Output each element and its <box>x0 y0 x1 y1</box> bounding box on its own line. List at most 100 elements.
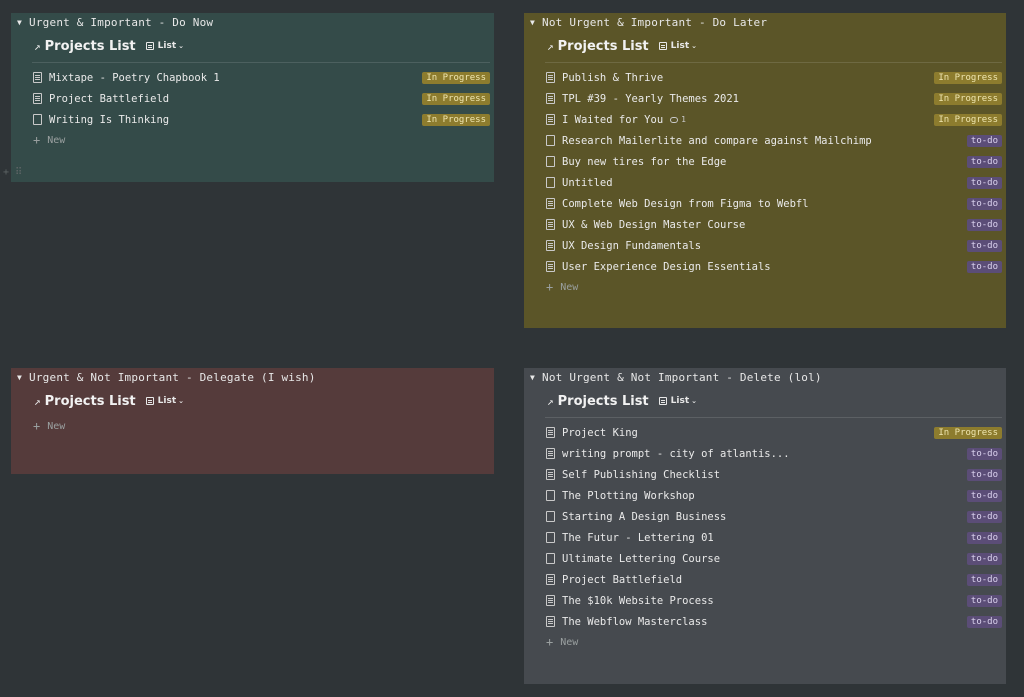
item-title: I Waited for You <box>562 113 664 126</box>
database-title[interactable]: Projects List <box>45 39 136 54</box>
status-badge: to-do <box>966 595 1002 607</box>
view-selector[interactable]: List ⌄ <box>145 396 184 406</box>
list-item[interactable]: Ultimate Lettering Course to-do <box>524 548 1006 569</box>
page-icon <box>546 177 555 188</box>
list-item[interactable]: The Futur - Lettering 01 to-do <box>524 527 1006 548</box>
list-item[interactable]: Project Battlefield In Progress <box>11 88 494 109</box>
page-icon <box>546 490 555 501</box>
database-title[interactable]: Projects List <box>45 394 136 409</box>
new-item-label: New <box>560 636 579 648</box>
toggle-header[interactable]: ▼ Urgent & Not Important - Delegate (I w… <box>11 368 494 386</box>
list-item[interactable]: The Webflow Masterclass to-do <box>524 611 1006 632</box>
view-label: List <box>157 41 177 51</box>
status-badge: to-do <box>966 511 1002 523</box>
list-item[interactable]: The Plotting Workshop to-do <box>524 485 1006 506</box>
comment-icon <box>670 116 679 123</box>
page-icon <box>546 574 555 585</box>
status-badge: to-do <box>966 219 1002 231</box>
item-title: Project Battlefield <box>49 92 170 105</box>
toggle-header-label: Urgent & Not Important - Delegate (I wis… <box>29 370 316 384</box>
item-title: Buy new tires for the Edge <box>562 155 727 168</box>
chevron-down-icon: ⌄ <box>691 42 698 50</box>
list-item[interactable]: Self Publishing Checklist to-do <box>524 464 1006 485</box>
new-item-button[interactable]: + New <box>11 416 494 436</box>
page-icon <box>546 511 555 522</box>
plus-icon: + <box>546 635 554 649</box>
caret-down-icon[interactable]: ▼ <box>17 373 22 382</box>
list-item[interactable]: UX Design Fundamentals to-do <box>524 235 1006 256</box>
item-title: Mixtape - Poetry Chapbook 1 <box>49 71 220 84</box>
list-item[interactable]: I Waited for You 1 In Progress <box>524 109 1006 130</box>
quadrant-delegate: ▼ Urgent & Not Important - Delegate (I w… <box>11 368 494 474</box>
status-badge: to-do <box>966 469 1002 481</box>
toggle-header[interactable]: ▼ Urgent & Important - Do Now <box>11 13 494 31</box>
chevron-down-icon: ⌄ <box>178 42 185 50</box>
database-title-row: ↗ Projects List List ⌄ <box>11 386 494 416</box>
status-badge: to-do <box>966 198 1002 210</box>
list-item[interactable]: Project Battlefield to-do <box>524 569 1006 590</box>
item-title: Writing Is Thinking <box>49 113 170 126</box>
list-item[interactable]: Starting A Design Business to-do <box>524 506 1006 527</box>
link-arrow-icon[interactable]: ↗ <box>547 40 554 53</box>
list-item[interactable]: Project King In Progress <box>524 422 1006 443</box>
caret-down-icon[interactable]: ▼ <box>17 18 22 27</box>
view-selector[interactable]: List ⌄ <box>658 396 698 406</box>
database-title[interactable]: Projects List <box>558 39 649 54</box>
status-badge: to-do <box>966 261 1002 273</box>
page-icon <box>546 553 555 564</box>
caret-down-icon[interactable]: ▼ <box>530 18 535 27</box>
list-item[interactable]: TPL #39 - Yearly Themes 2021 In Progress <box>524 88 1006 109</box>
list-item[interactable]: User Experience Design Essentials to-do <box>524 256 1006 277</box>
list-item[interactable]: Untitled to-do <box>524 172 1006 193</box>
list-item[interactable]: Research Mailerlite and compare against … <box>524 130 1006 151</box>
new-item-label: New <box>47 134 66 146</box>
page-icon <box>546 427 555 438</box>
link-arrow-icon[interactable]: ↗ <box>34 40 41 53</box>
page-icon <box>546 219 555 230</box>
list-view-icon <box>658 397 667 405</box>
toggle-header[interactable]: ▼ Not Urgent & Not Important - Delete (l… <box>524 368 1006 386</box>
new-item-label: New <box>560 281 579 293</box>
new-item-button[interactable]: + New <box>11 130 494 150</box>
status-badge: In Progress <box>422 114 490 126</box>
item-title: The Plotting Workshop <box>562 489 695 502</box>
list-rows: Publish & Thrive In Progress TPL #39 - Y… <box>524 67 1006 277</box>
comment-count[interactable]: 1 <box>670 115 686 124</box>
caret-down-icon[interactable]: ▼ <box>530 373 535 382</box>
list-item[interactable]: writing prompt - city of atlantis... to-… <box>524 443 1006 464</box>
list-item[interactable]: Publish & Thrive In Progress <box>524 67 1006 88</box>
quadrant-do-later: ▼ Not Urgent & Important - Do Later ↗ Pr… <box>524 13 1006 328</box>
status-badge: to-do <box>966 532 1002 544</box>
page-icon <box>33 114 42 125</box>
chevron-down-icon: ⌄ <box>691 397 698 405</box>
status-badge: In Progress <box>934 72 1002 84</box>
view-selector[interactable]: List ⌄ <box>145 41 185 51</box>
item-title: Project Battlefield <box>562 573 683 586</box>
view-selector[interactable]: List ⌄ <box>658 41 698 51</box>
page-icon <box>546 156 555 167</box>
list-view-icon <box>145 397 154 405</box>
divider <box>32 62 490 63</box>
list-item[interactable]: Writing Is Thinking In Progress <box>11 109 494 130</box>
new-item-button[interactable]: + New <box>524 277 1006 297</box>
divider <box>545 417 1002 418</box>
item-title: Publish & Thrive <box>562 71 664 84</box>
list-view-icon <box>145 42 154 50</box>
toggle-header[interactable]: ▼ Not Urgent & Important - Do Later <box>524 13 1006 31</box>
list-item[interactable]: Complete Web Design from Figma to Webfl … <box>524 193 1006 214</box>
item-title: Starting A Design Business <box>562 510 727 523</box>
new-item-label: New <box>47 420 66 432</box>
page-icon <box>546 198 555 209</box>
quadrant-do-now: ▼ Urgent & Important - Do Now ↗ Projects… <box>3 13 494 182</box>
link-arrow-icon[interactable]: ↗ <box>547 395 554 408</box>
list-item[interactable]: Buy new tires for the Edge to-do <box>524 151 1006 172</box>
link-arrow-icon[interactable]: ↗ <box>34 395 41 408</box>
new-item-button[interactable]: + New <box>524 632 1006 652</box>
status-badge: to-do <box>966 574 1002 586</box>
list-item[interactable]: UX & Web Design Master Course to-do <box>524 214 1006 235</box>
drag-handle-icon[interactable]: + ⠿ <box>3 167 22 178</box>
list-item[interactable]: The $10k Website Process to-do <box>524 590 1006 611</box>
list-rows: Project King In Progress writing prompt … <box>524 422 1006 632</box>
database-title[interactable]: Projects List <box>558 394 649 409</box>
list-item[interactable]: Mixtape - Poetry Chapbook 1 In Progress <box>11 67 494 88</box>
